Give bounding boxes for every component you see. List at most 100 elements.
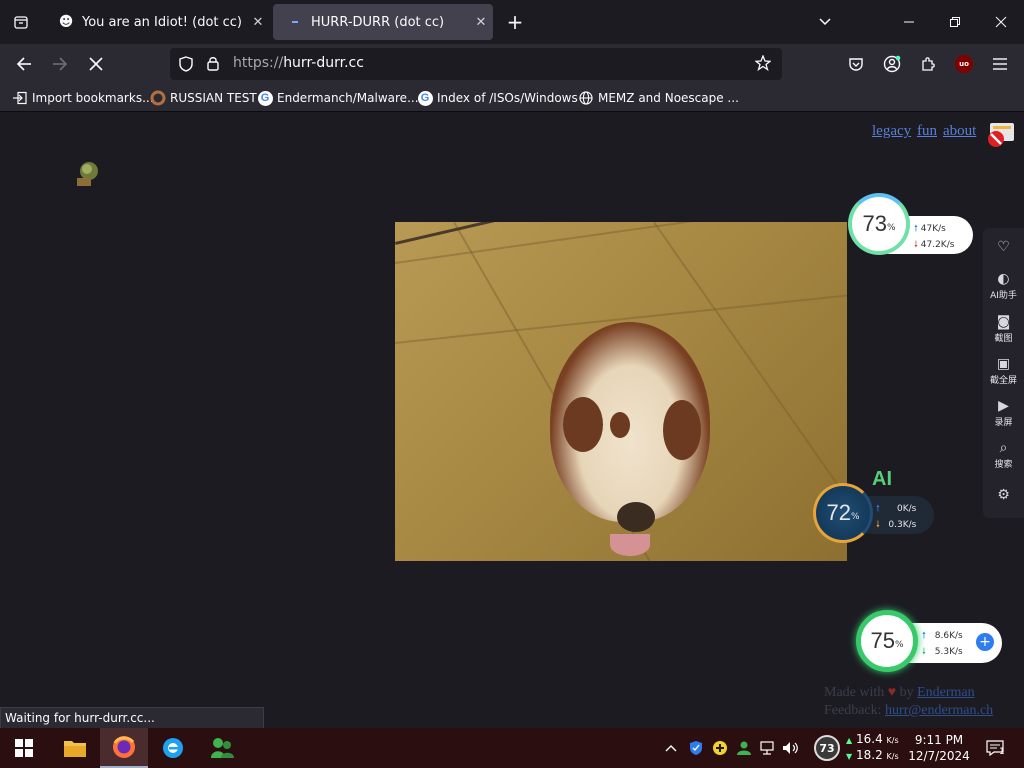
page-footer: Made with ♥ by Enderman Feedback: hurr@e…	[824, 685, 993, 719]
net-meter-tray[interactable]: 73	[813, 728, 841, 768]
notification-count: 1	[999, 747, 1005, 757]
notifications-button[interactable]: 1	[978, 728, 1012, 768]
tab-hurr-durr[interactable]: HURR-DURR (dot cc) ✕	[273, 4, 493, 40]
url-text[interactable]: https://hurr-durr.cc	[233, 55, 364, 71]
lock-icon[interactable]	[206, 55, 220, 75]
tray-speed-unit: K/s	[886, 736, 899, 745]
internet-explorer-button[interactable]	[149, 728, 197, 768]
dog-spot	[610, 412, 630, 438]
internet-explorer-icon	[163, 738, 183, 758]
pocket-icon[interactable]	[842, 50, 870, 78]
bookmark-label: MEMZ and Noescape ...	[598, 91, 739, 105]
forward-button[interactable]	[46, 50, 74, 78]
ublock-icon[interactable]: uo	[950, 50, 978, 78]
about-link[interactable]: about	[943, 123, 976, 140]
fullscreen-capture-button[interactable]: ▣ 截全屏	[983, 355, 1024, 386]
network-icon[interactable]	[758, 728, 778, 768]
net-meter-value: 73	[814, 735, 840, 761]
meter-2-ring[interactable]: 72%	[813, 483, 873, 543]
url-bar[interactable]: https://hurr-durr.cc	[170, 48, 782, 80]
tab-list-icon[interactable]	[6, 8, 36, 36]
web-page: legacy fun about 🠕 47K/s 🠗 47.2K/s 73% A…	[0, 113, 1024, 728]
url-scheme: https://	[233, 55, 284, 71]
bookmark-memz[interactable]: MEMZ and Noescape ...	[578, 89, 739, 107]
meter-percent-symbol: %	[894, 640, 904, 650]
tab-title: You are an Idiot! (dot cc)	[82, 14, 242, 30]
dog-nose	[617, 502, 655, 532]
dog-ear-right	[663, 400, 701, 460]
start-button[interactable]	[0, 728, 48, 768]
meter-percent: 73	[862, 211, 887, 236]
file-explorer-button[interactable]	[51, 728, 99, 768]
plus-app-icon[interactable]	[710, 728, 730, 768]
record-screen-button[interactable]: ▶ 录屏	[983, 397, 1024, 428]
author-link[interactable]: Enderman	[917, 685, 975, 700]
firefox-button[interactable]	[100, 728, 148, 768]
loading-icon	[287, 14, 303, 30]
tab-idiot[interactable]: ☻ You are an Idiot! (dot cc) ✕	[44, 4, 270, 40]
meter-1-ring[interactable]: 73%	[848, 193, 910, 255]
defender-icon[interactable]	[686, 728, 706, 768]
globe-icon	[578, 90, 594, 106]
url-host: hurr-durr.cc	[283, 55, 364, 71]
menu-icon[interactable]	[986, 50, 1014, 78]
user-tray-icon[interactable]	[734, 728, 754, 768]
camera-icon: ◙	[996, 314, 1011, 330]
tool-label: AI助手	[990, 291, 1017, 301]
fun-link[interactable]: fun	[917, 123, 937, 140]
tool-label: 截图	[994, 334, 1013, 344]
bookmark-isos[interactable]: G Index of /ISOs/Windows	[417, 89, 578, 107]
meter-percent-symbol: %	[886, 223, 896, 233]
bookmark-star-icon[interactable]	[754, 54, 772, 75]
dog-video[interactable]	[395, 222, 847, 561]
bookmark-import[interactable]: Import bookmarks...	[12, 89, 154, 107]
screenshot-button[interactable]: ◙ 截图	[983, 313, 1024, 344]
extension-badge: uo	[955, 55, 973, 73]
stop-loading-button[interactable]	[82, 50, 110, 78]
meter-down: 0.3	[888, 520, 903, 530]
close-window-icon[interactable]	[986, 8, 1016, 36]
meter-down: 47.2	[920, 240, 941, 250]
close-tab-icon[interactable]: ✕	[469, 15, 493, 30]
minimize-icon[interactable]	[894, 8, 924, 36]
add-widget-icon[interactable]: +	[976, 633, 994, 651]
tray-speed-unit: K/s	[886, 752, 899, 761]
clock[interactable]: 9:11 PM 12/7/2024	[906, 728, 972, 768]
no-sound-icon[interactable]	[987, 122, 1015, 148]
download-arrow-icon: ▼	[846, 752, 853, 761]
extensions-icon[interactable]	[914, 50, 942, 78]
meter-unit: K/s	[940, 240, 955, 250]
meter-up: 8.6K/s	[934, 631, 963, 641]
legacy-link[interactable]: legacy	[872, 123, 911, 140]
volume-icon[interactable]	[780, 728, 802, 768]
feedback-email-link[interactable]: hurr@enderman.ch	[885, 703, 993, 718]
upload-arrow-icon: 🠕	[914, 224, 918, 234]
meter-3-ring[interactable]: 75%	[856, 610, 918, 672]
bookmark-label: Import bookmarks...	[32, 91, 154, 105]
shield-icon[interactable]	[178, 56, 194, 76]
messenger-button[interactable]	[198, 728, 246, 768]
meter-percent: 75	[870, 628, 895, 653]
account-icon[interactable]	[878, 50, 906, 78]
net-speed-tray: ▲ 16.4 K/s ▼ 18.2 K/s	[846, 728, 902, 768]
close-tab-icon[interactable]: ✕	[246, 15, 270, 30]
made-with-text: Made with	[824, 685, 885, 700]
screenshot-tool-panel: ♡ ◐ AI助手 ◙ 截图 ▣ 截全屏 ▶ 录屏 ⌕ 搜索 ⚙	[983, 228, 1024, 518]
ai-label: AI	[872, 468, 892, 490]
restore-icon[interactable]	[940, 8, 970, 36]
tray-up-speed: 16.4	[855, 732, 883, 746]
meter-up: 47	[920, 224, 933, 234]
bookmark-russian-test[interactable]: RUSSIAN TEST	[150, 89, 257, 107]
meter-unit: K/s	[932, 224, 946, 234]
list-all-tabs-icon[interactable]	[810, 8, 840, 36]
settings-button[interactable]: ⚙	[983, 486, 1024, 504]
back-button[interactable]	[10, 50, 38, 78]
ai-assistant-button[interactable]: ◐ AI助手	[983, 270, 1024, 301]
bookmark-malware[interactable]: G Endermanch/Malware...	[257, 89, 419, 107]
meter-unit: K/s	[902, 520, 917, 530]
made-by-text: by	[899, 685, 914, 700]
search-tool-button[interactable]: ⌕ 搜索	[983, 439, 1024, 470]
pocket-tool-button[interactable]: ♡	[983, 238, 1024, 256]
new-tab-button[interactable]: +	[500, 8, 530, 36]
show-hidden-icons[interactable]	[660, 728, 682, 768]
